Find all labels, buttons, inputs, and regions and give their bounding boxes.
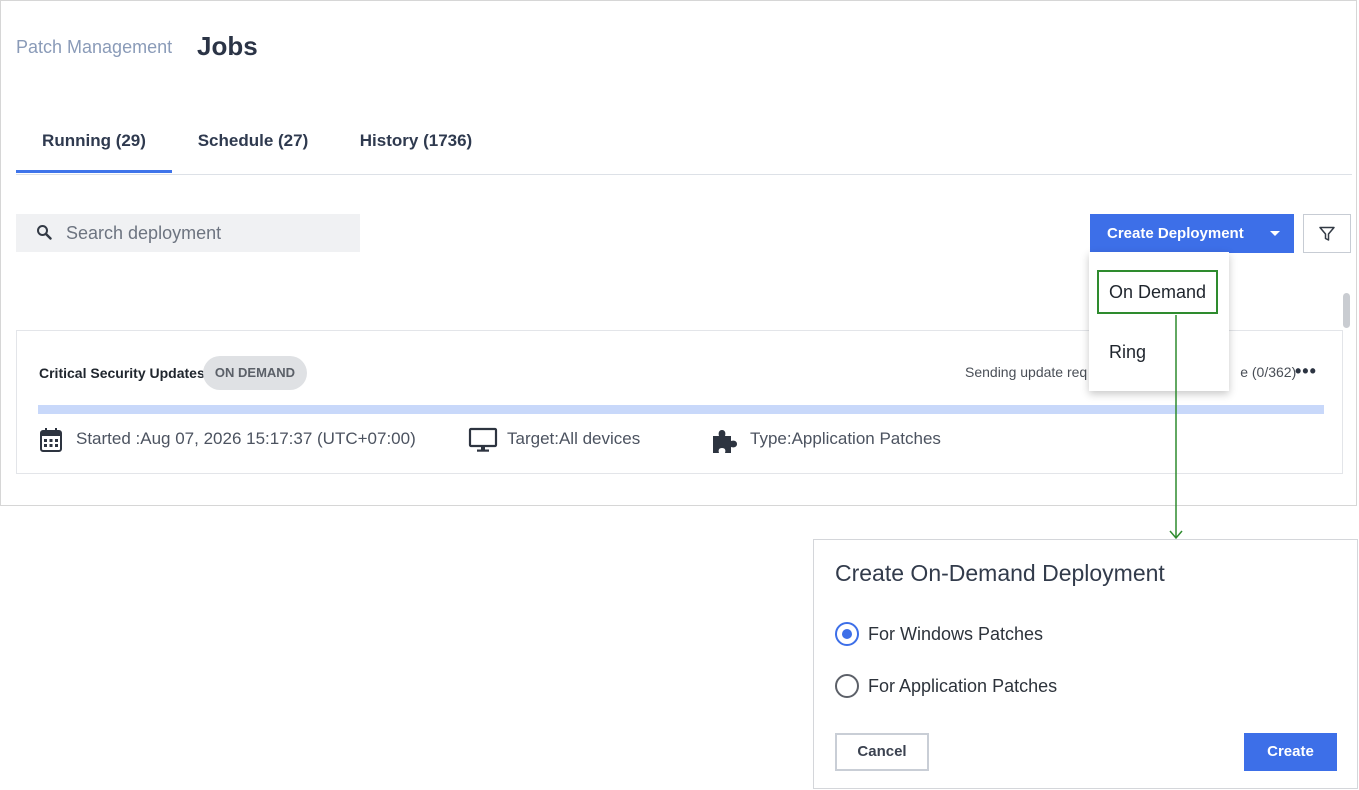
search-icon [37,225,52,240]
create-deployment-label: Create Deployment [1107,225,1244,242]
page-title: Jobs [197,31,258,61]
tab-running[interactable]: Running (29) [16,111,172,173]
menu-item-label: On Demand [1109,282,1207,302]
target-text: Target:All devices [507,429,641,448]
status-badge: ON DEMAND [203,356,307,390]
calendar-icon [40,428,62,452]
create-deployment-menu: On Demand Ring [1089,252,1229,391]
tab-schedule[interactable]: Schedule (27) [172,111,334,173]
job-status-end: e (0/362) [1240,364,1297,380]
puzzle-icon [713,430,737,453]
scrollbar-thumb[interactable] [1343,293,1350,328]
menu-item-on-demand[interactable]: On Demand [1089,270,1229,316]
job-status-start: Sending update req [965,364,1088,380]
screenshot-stage: Patch Management Jobs Running (29) Sched… [0,0,1359,790]
dialog-title: Create On-Demand Deployment [835,560,1165,586]
filter-button[interactable] [1303,214,1351,253]
radio-selected-icon[interactable] [835,622,859,646]
menu-item-ring[interactable]: Ring [1089,330,1229,376]
cancel-button[interactable]: Cancel [835,733,929,771]
started-text: Started :Aug 07, 2026 15:17:37 (UTC+07:0… [76,429,416,448]
filter-icon [1319,226,1335,241]
radio-label: For Windows Patches [868,624,1044,644]
create-button[interactable]: Create [1244,733,1337,771]
search-input[interactable] [66,214,350,252]
menu-item-label: Ring [1109,342,1147,362]
tab-history[interactable]: History (1736) [334,111,498,173]
create-on-demand-dialog: Create On-Demand Deployment For Windows … [813,539,1358,789]
breadcrumb[interactable]: Patch Management [16,37,172,58]
tab-bar: Running (29) Schedule (27) History (1736… [16,111,1352,175]
radio-unselected-icon[interactable] [835,674,859,698]
job-title: Critical Security Updates [39,365,205,381]
radio-label: For Application Patches [868,676,1058,696]
type-text: Type:Application Patches [750,429,941,448]
chevron-down-icon[interactable] [1270,231,1280,236]
more-options-icon[interactable]: ••• [1295,361,1317,382]
progress-bar [38,405,1324,414]
create-deployment-button[interactable]: Create Deployment [1090,214,1294,253]
monitor-icon [468,427,498,452]
search-box [16,214,360,252]
